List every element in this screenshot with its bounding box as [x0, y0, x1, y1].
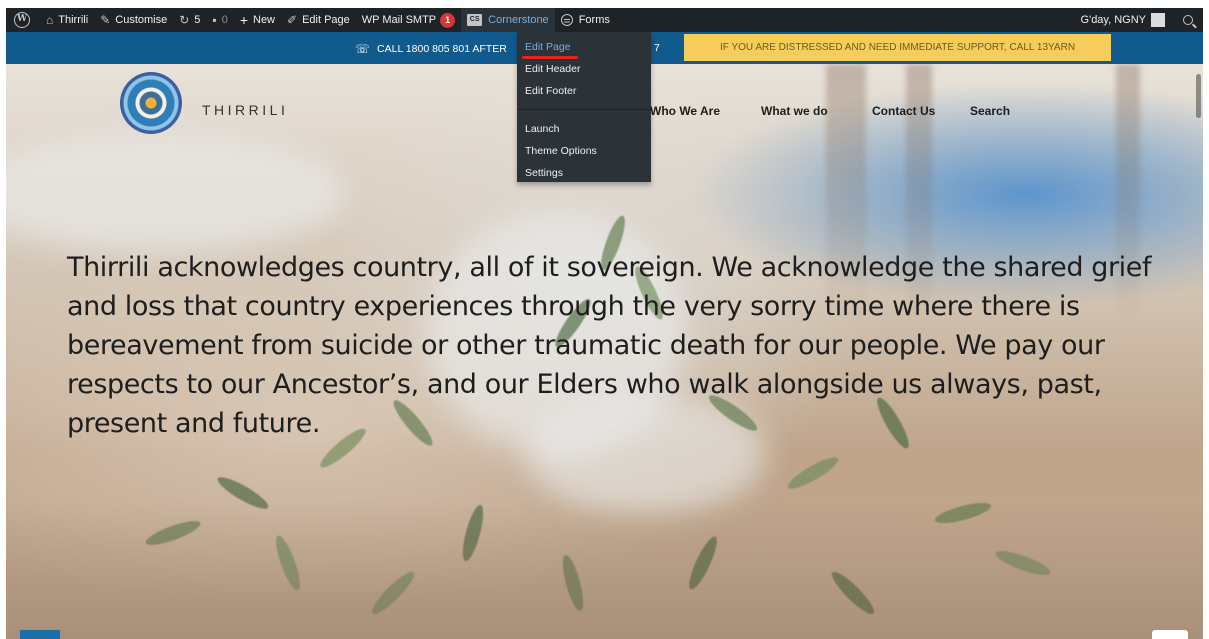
forms-label: Forms	[578, 14, 610, 26]
comments-count: 0	[221, 14, 228, 26]
menu-item-edit-header[interactable]: Edit Header	[517, 58, 651, 80]
wp-mail-smtp-menu[interactable]: WP Mail SMTP 1	[356, 8, 461, 32]
wordpress-icon	[14, 12, 30, 28]
refresh-icon: ↻	[179, 13, 190, 27]
menu-divider	[517, 109, 651, 110]
customise-label: Customise	[115, 14, 168, 26]
phone-text: CALL 1800 805 801 AFTER	[377, 43, 507, 55]
chat-widget-button[interactable]	[1152, 630, 1188, 639]
site-name-label: Thirrili	[58, 14, 89, 26]
customise-link[interactable]: ✎ Customise	[94, 8, 173, 32]
background-decoration	[6, 134, 346, 254]
forms-icon	[560, 14, 573, 26]
updates-link[interactable]: ↻ 5	[173, 8, 206, 32]
support-alert-banner[interactable]: IF YOU ARE DISTRESSED AND NEED IMMEDIATE…	[684, 34, 1111, 61]
nav-what-we-do[interactable]: What we do	[761, 104, 828, 118]
menu-item-settings[interactable]: Settings	[517, 162, 651, 184]
my-account-menu[interactable]: G'day, NGNY	[1075, 8, 1171, 32]
brush-icon: ✎	[100, 13, 111, 27]
scrollbar[interactable]	[1196, 74, 1201, 118]
site-logo[interactable]	[120, 72, 182, 134]
notification-badge: 1	[440, 12, 456, 28]
wp-mail-smtp-label: WP Mail SMTP	[361, 14, 437, 26]
nav-search[interactable]: Search	[970, 104, 1010, 118]
updates-count: 5	[194, 14, 201, 26]
nav-contact-us[interactable]: Contact Us	[872, 104, 935, 118]
comment-icon: ▪	[212, 13, 217, 27]
avatar	[1151, 13, 1165, 27]
menu-item-edit-footer[interactable]: Edit Footer	[517, 80, 651, 102]
phone-link[interactable]: ☏ CALL 1800 805 801 AFTER	[355, 42, 520, 56]
edit-page-label: Edit Page	[302, 14, 350, 26]
pencil-icon: ✐	[287, 13, 298, 27]
phone-icon: ☏	[355, 42, 371, 56]
menu-item-edit-page[interactable]: Edit Page	[517, 36, 651, 59]
wp-admin-bar: ⌂ Thirrili ✎ Customise ↻ 5 ▪ 0 + New ✐ E…	[6, 8, 1203, 32]
cornerstone-label: Cornerstone	[488, 14, 549, 26]
site-logo-text[interactable]: THIRRILI	[202, 102, 288, 118]
acknowledgement-text: Thirrili acknowledges country, all of it…	[67, 252, 1152, 439]
cornerstone-dropdown: Edit Page Edit Header Edit Footer Launch…	[517, 32, 651, 182]
nav-who-we-are[interactable]: Who We Are	[650, 104, 720, 118]
new-content-menu[interactable]: + New	[234, 8, 281, 32]
home-icon: ⌂	[46, 13, 54, 27]
wp-logo-menu[interactable]	[6, 8, 40, 32]
plus-icon: +	[239, 12, 248, 28]
search-icon[interactable]	[1183, 15, 1193, 25]
cornerstone-menu[interactable]: CS Cornerstone	[461, 8, 555, 32]
greeting-label: G'day, NGNY	[1080, 14, 1146, 26]
menu-item-launch[interactable]: Launch	[517, 118, 651, 140]
cornerstone-icon: CS	[467, 14, 483, 26]
forms-menu[interactable]: Forms	[555, 8, 616, 32]
browser-viewport: ⌂ Thirrili ✎ Customise ↻ 5 ▪ 0 + New ✐ E…	[6, 8, 1203, 639]
background-decoration	[6, 499, 1203, 639]
menu-item-theme-options[interactable]: Theme Options	[517, 140, 651, 162]
edit-page-link[interactable]: ✐ Edit Page	[281, 8, 356, 32]
new-label: New	[253, 14, 276, 26]
site-name-menu[interactable]: ⌂ Thirrili	[40, 8, 94, 32]
phone-text-suffix: 7	[654, 42, 660, 54]
scroll-top-button[interactable]	[20, 630, 60, 639]
comments-link[interactable]: ▪ 0	[206, 8, 233, 32]
background-decoration	[784, 452, 842, 494]
